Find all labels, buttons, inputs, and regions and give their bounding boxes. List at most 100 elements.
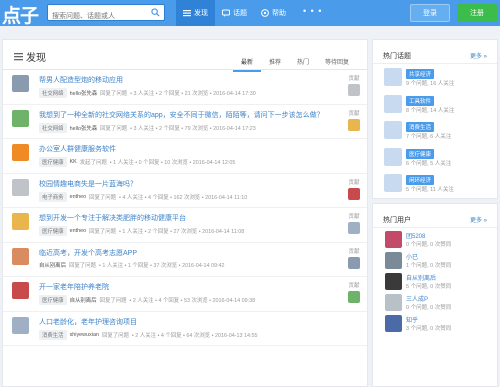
nav-help-label: 帮助 bbox=[272, 10, 286, 17]
avatar[interactable] bbox=[12, 178, 29, 196]
avatar[interactable] bbox=[385, 231, 402, 248]
avatar[interactable] bbox=[385, 252, 402, 269]
hot-topics-list: 共享经济 9 个问题, 16 人关注 工具软件 8 个问题, 14 人关注 消费生活 7 … bbox=[373, 64, 497, 197]
topic-tag[interactable]: 社交网络 bbox=[39, 122, 67, 133]
question-stats: • 4 人关注 • 4 个回复 • 162 次浏览 • 2016-04-14 1… bbox=[119, 194, 248, 201]
chat-icon bbox=[222, 9, 230, 17]
hot-topics-panel: 热门话题 更多 » 共享经济 9 个问题, 16 人关注 工具软件 8 个问题, 14… bbox=[372, 39, 498, 199]
avatar[interactable] bbox=[12, 144, 29, 161]
hot-users-panel: 热门用户 更多 » 团5208 0 个问题, 0 次赞同 小已 1 个问题, 0 次赞… bbox=[372, 203, 498, 387]
question-meta: 社交网络 hello张先森 回复了问题 • 3 人关注 • 2 个回复 • 21 次浏… bbox=[39, 88, 256, 98]
user-name-link[interactable]: 三人成P bbox=[406, 294, 428, 303]
avatar[interactable] bbox=[385, 315, 402, 332]
avatar[interactable] bbox=[12, 316, 29, 334]
topic-thumbnail[interactable] bbox=[384, 174, 402, 192]
user-name-link[interactable]: 团5208 bbox=[406, 231, 425, 240]
question-title-link[interactable]: 校园情趣电商失是一片蓝海吗？ bbox=[39, 179, 137, 189]
contributor-avatar[interactable] bbox=[348, 187, 360, 200]
contributors: 贡献 bbox=[347, 281, 361, 303]
user-stats: 3 个问题, 0 次赞同 bbox=[406, 326, 452, 332]
user-name-link[interactable]: 知乎 bbox=[406, 315, 418, 324]
contributor-avatar[interactable] bbox=[348, 222, 360, 234]
author-link[interactable]: 自从别离后 bbox=[39, 261, 66, 269]
question-title-link[interactable]: 临近高考，开发个高考志愿APP bbox=[39, 248, 137, 258]
topic-thumbnail[interactable] bbox=[384, 94, 402, 113]
nav-discover-label: 发现 bbox=[194, 10, 208, 17]
topic-name-badge[interactable]: 闲环经济 bbox=[406, 175, 435, 185]
question-title-link[interactable]: 想到开发一个专注于解决类肥胖的移动健康平台 bbox=[39, 213, 186, 223]
user-item: 小已 1 个问题, 0 次赞同 bbox=[373, 249, 497, 270]
topic-tag[interactable]: 消费生活 bbox=[39, 329, 67, 340]
contributor-avatar[interactable] bbox=[348, 291, 360, 303]
question-title-link[interactable]: 我想到了一种全新的社交网络关系的app，安全不同于微信，陌陌等，请问下一步该怎么… bbox=[39, 110, 324, 120]
user-stats: 5 个问题, 0 次赞同 bbox=[406, 284, 452, 290]
discover-header: 发现 最新 推荐 热门 等待回复 bbox=[3, 40, 367, 72]
question-title-link[interactable]: 人口老龄化，老年护理咨询项目 bbox=[39, 317, 137, 327]
topic-name-badge[interactable]: 消费生活 bbox=[406, 122, 435, 132]
user-stats: 1 个问题, 0 次赞同 bbox=[406, 263, 452, 269]
topic-thumbnail[interactable] bbox=[384, 68, 402, 86]
contributors-label: 贡献 bbox=[348, 76, 360, 82]
author-link[interactable]: KK bbox=[70, 159, 77, 165]
question-action: 回复了问题 bbox=[68, 262, 96, 269]
author-link[interactable]: entheo bbox=[70, 194, 87, 200]
question-action: 回复了问题 bbox=[100, 125, 128, 132]
login-button[interactable]: 登录 bbox=[410, 4, 450, 22]
page-title-text: 发现 bbox=[26, 53, 46, 64]
topic-name-badge[interactable]: 医疗健康 bbox=[406, 148, 435, 159]
topic-tag[interactable]: 电子商务 bbox=[39, 191, 67, 202]
topic-tag[interactable]: 社交网络 bbox=[39, 88, 67, 98]
contributors: 贡献 bbox=[347, 247, 361, 269]
question-meta: 社交网络 hello张先森 回复了问题 • 3 人关注 • 2 个回复 • 79 次浏… bbox=[39, 122, 256, 133]
topic-name-badge[interactable]: 共享经济 bbox=[406, 69, 435, 79]
site-logo[interactable]: 点子 bbox=[2, 1, 39, 28]
author-link[interactable]: hello张先森 bbox=[70, 124, 98, 132]
topic-name-badge[interactable]: 工具软件 bbox=[406, 95, 435, 106]
avatar[interactable] bbox=[12, 109, 29, 127]
search-box[interactable] bbox=[47, 4, 165, 24]
author-link[interactable]: entheo bbox=[70, 228, 87, 234]
hot-users-more-link[interactable]: 更多 » bbox=[470, 215, 487, 224]
topic-thumbnail[interactable] bbox=[384, 121, 402, 139]
question-title-link[interactable]: 帮男人配造型炮的移动应用 bbox=[39, 75, 123, 85]
more-menu-icon[interactable]: • • • bbox=[303, 6, 322, 16]
topic-tag[interactable]: 医疗健康 bbox=[39, 226, 67, 236]
topic-tag[interactable]: 医疗健康 bbox=[39, 295, 67, 305]
contributors-label: 贡献 bbox=[348, 248, 360, 255]
question-meta: 消费生活 shiyewuxian 回复了问题 • 2 人关注 • 4 个回复 • 64… bbox=[39, 329, 258, 340]
question-stats: • 2 人关注 • 4 个回复 • 64 次浏览 • 2016-04-13 14… bbox=[131, 332, 258, 339]
author-link[interactable]: hello张先森 bbox=[70, 89, 98, 97]
search-input[interactable] bbox=[48, 9, 144, 24]
avatar[interactable] bbox=[385, 273, 402, 290]
author-link[interactable]: 自从别离后 bbox=[70, 296, 97, 304]
avatar[interactable] bbox=[12, 75, 29, 92]
author-link[interactable]: shiyewuxian bbox=[70, 332, 99, 338]
search-icon[interactable] bbox=[151, 8, 160, 17]
contributors: 贡献 bbox=[347, 212, 361, 234]
hot-topics-more-link[interactable]: 更多 » bbox=[470, 51, 487, 60]
avatar[interactable] bbox=[12, 247, 29, 265]
avatar[interactable] bbox=[12, 282, 29, 299]
nav-topics-label: 话题 bbox=[233, 10, 247, 17]
list-icon bbox=[183, 10, 191, 17]
avatar[interactable] bbox=[12, 213, 29, 230]
question-title-link[interactable]: 办公室人群健康服务软件 bbox=[39, 144, 116, 154]
avatar[interactable] bbox=[385, 294, 402, 311]
nav-help[interactable]: 帮助 bbox=[254, 0, 293, 26]
list-item: 我想到了一种全新的社交网络关系的app，安全不同于微信，陌陌等，请问下一步该怎么… bbox=[3, 105, 367, 139]
topic-item: 消费生活 7 个问题, 6 人关注 bbox=[373, 117, 497, 144]
topic-tag[interactable]: 医疗健康 bbox=[39, 157, 67, 167]
nav-topics[interactable]: 话题 bbox=[215, 0, 254, 26]
contributor-avatar[interactable] bbox=[348, 118, 360, 131]
topic-item: 共享经济 9 个问题, 16 人关注 bbox=[373, 64, 497, 91]
user-stats: 0 个问题, 0 次赞同 bbox=[406, 242, 452, 248]
user-name-link[interactable]: 自从别离后 bbox=[406, 273, 436, 282]
register-button[interactable]: 注册 bbox=[457, 4, 497, 22]
question-title-link[interactable]: 开一家老年陪护养老院 bbox=[39, 282, 109, 292]
contributors-label: 贡献 bbox=[348, 110, 360, 117]
topic-thumbnail[interactable] bbox=[384, 147, 402, 166]
contributor-avatar[interactable] bbox=[348, 256, 360, 269]
user-name-link[interactable]: 小已 bbox=[406, 252, 418, 261]
nav-discover[interactable]: 发现 bbox=[176, 0, 215, 26]
contributor-avatar[interactable] bbox=[348, 84, 360, 96]
